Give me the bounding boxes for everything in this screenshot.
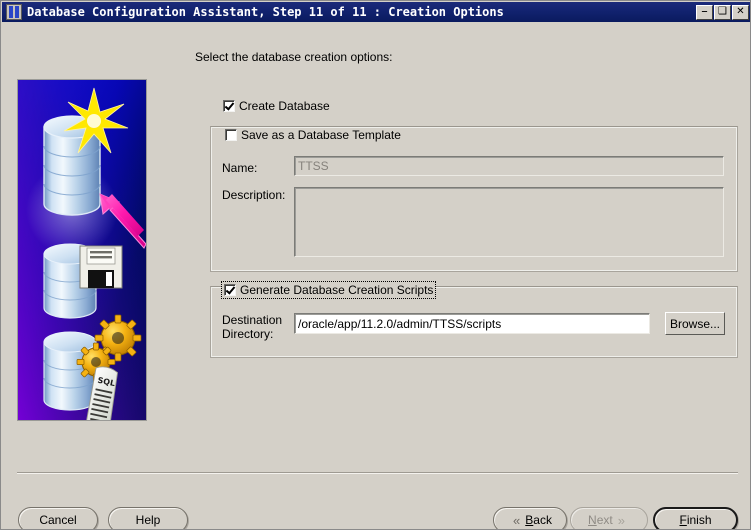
destination-label-line1: Destination: [222, 313, 283, 327]
name-input[interactable]: [294, 156, 724, 176]
dbca-window: Database Configuration Assistant, Step 1…: [0, 0, 751, 530]
minimize-icon: –: [701, 3, 708, 19]
browse-label: Browse...: [669, 316, 720, 331]
footer-separator: [17, 472, 738, 474]
chevron-right-icon: »: [617, 512, 625, 528]
page-instruction: Select the database creation options:: [195, 50, 393, 64]
oracle-illustration: SQL: [17, 79, 147, 421]
title-bar: Database Configuration Assistant, Step 1…: [2, 2, 750, 22]
maximize-button[interactable]: ❑: [714, 4, 731, 20]
back-button[interactable]: « Back: [493, 507, 567, 529]
finish-button[interactable]: Finish: [653, 507, 738, 529]
description-input[interactable]: [294, 187, 724, 257]
dialog-content: SQL Select the database creation options…: [2, 22, 750, 529]
chevron-left-icon: «: [513, 512, 521, 528]
destination-label-line2: Directory:: [222, 327, 274, 341]
close-button[interactable]: ✕: [732, 4, 749, 20]
cancel-label: Cancel: [39, 513, 77, 527]
finish-label: Finish: [679, 513, 712, 527]
checkbox-box: [225, 129, 237, 141]
checkbox-save-as-template[interactable]: Save as a Database Template: [222, 128, 404, 142]
checkbox-label: Save as a Database Template: [241, 128, 401, 142]
checkbox-box: [224, 284, 236, 296]
window-title: Database Configuration Assistant, Step 1…: [27, 5, 504, 19]
name-label: Name:: [222, 161, 258, 175]
checkbox-label: Create Database: [239, 99, 330, 113]
back-label: Back: [525, 513, 552, 527]
checkbox-label: Generate Database Creation Scripts: [240, 283, 434, 297]
browse-button[interactable]: Browse...: [665, 312, 725, 335]
minimize-button[interactable]: –: [696, 3, 713, 20]
help-button[interactable]: Help: [108, 507, 188, 529]
destination-directory-input[interactable]: [294, 313, 650, 334]
database-icon: [6, 4, 22, 20]
next-button[interactable]: Next »: [570, 507, 648, 529]
checkbox-generate-scripts[interactable]: Generate Database Creation Scripts: [221, 281, 437, 299]
help-label: Help: [135, 513, 161, 527]
maximize-icon: ❑: [718, 6, 727, 17]
description-label: Description:: [222, 188, 286, 202]
next-label: Next: [588, 513, 613, 527]
checkbox-create-database[interactable]: Create Database: [223, 99, 330, 113]
cancel-button[interactable]: Cancel: [18, 507, 98, 529]
close-icon: ✕: [736, 6, 745, 17]
checkbox-box: [223, 100, 235, 112]
